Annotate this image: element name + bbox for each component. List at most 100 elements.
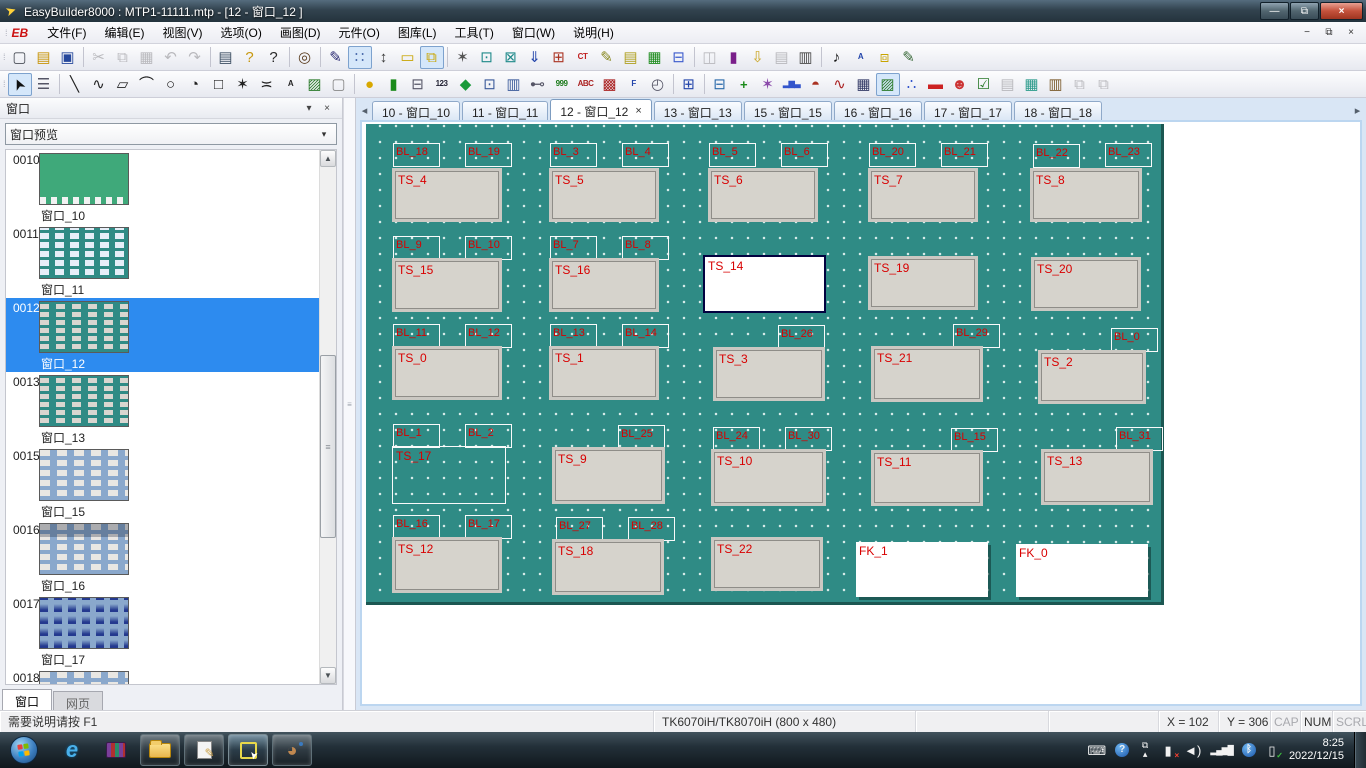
- window-list-item-0012[interactable]: 0012窗口_12: [6, 298, 319, 372]
- widget-TS_12[interactable]: TS_12: [392, 537, 502, 593]
- widget-BL_27[interactable]: BL_27: [556, 517, 603, 541]
- download-button[interactable]: ⇓: [523, 46, 547, 69]
- battery-icon[interactable]: ▮×: [1161, 744, 1175, 757]
- window-list-item-0018[interactable]: 0018: [6, 668, 319, 684]
- volume-icon[interactable]: ◄): [1184, 744, 1201, 757]
- data-transfer-button[interactable]: ▥: [1044, 73, 1068, 96]
- widget-TS_7[interactable]: TS_7: [868, 168, 978, 222]
- tab-close-icon[interactable]: ×: [635, 106, 641, 117]
- restore-button[interactable]: ⧉: [1290, 2, 1319, 20]
- set-bit-button[interactable]: ⊟: [406, 73, 430, 96]
- history-table-button[interactable]: ▦: [852, 73, 876, 96]
- move-shape-button[interactable]: +: [732, 73, 756, 96]
- widget-BL_8[interactable]: BL_8: [622, 236, 669, 260]
- widget-TS_11[interactable]: TS_11: [871, 450, 983, 506]
- widget-BL_9[interactable]: BL_9: [393, 236, 440, 260]
- widget-TS_6[interactable]: TS_6: [708, 168, 818, 222]
- indirect-window-button[interactable]: ⊟: [708, 73, 732, 96]
- widget-TS_0[interactable]: TS_0: [392, 346, 502, 400]
- panel-menu-button[interactable]: ▾: [300, 103, 318, 114]
- new-file-button[interactable]: ▢: [8, 46, 32, 69]
- paint-button[interactable]: ◕: [272, 734, 312, 766]
- line-tool-button[interactable]: ╲: [63, 73, 87, 96]
- print-button[interactable]: ▤: [214, 46, 238, 69]
- start-button[interactable]: [10, 736, 38, 764]
- menu-item-3[interactable]: 视图(V): [154, 21, 212, 44]
- widget-BL_17[interactable]: BL_17: [465, 515, 512, 539]
- widget-BL_11[interactable]: BL_11: [393, 324, 440, 348]
- timer-button[interactable]: ◴: [646, 73, 670, 96]
- drawer-list-button[interactable]: ▤: [770, 46, 794, 69]
- widget-TS_9[interactable]: TS_9: [552, 447, 665, 504]
- easybuilder-button[interactable]: ➤: [228, 734, 268, 766]
- memo-pad-button[interactable]: ✎: [897, 46, 921, 69]
- word-lamp-button[interactable]: ▮: [382, 73, 406, 96]
- internet-explorer-button[interactable]: e: [52, 734, 92, 766]
- widget-BL_7[interactable]: BL_7: [550, 236, 597, 260]
- window-list-item-0016[interactable]: 0016窗口_16: [6, 520, 319, 594]
- freehand-tool-button[interactable]: ∿: [87, 73, 111, 96]
- menu-item-9[interactable]: 窗口(W): [503, 21, 564, 44]
- window-list-item-0015[interactable]: 0015窗口_15: [6, 446, 319, 520]
- select-tool-button[interactable]: ➤: [8, 73, 32, 96]
- widget-TS_3[interactable]: TS_3: [713, 347, 825, 401]
- widget-TS_19[interactable]: TS_19: [868, 256, 978, 310]
- menu-item-5[interactable]: 画图(D): [271, 21, 330, 44]
- slider-button[interactable]: ⊷: [526, 73, 550, 96]
- ascii-display-button[interactable]: ABC: [574, 73, 598, 96]
- widget-BL_13[interactable]: BL_13: [550, 324, 597, 348]
- menu-item-6[interactable]: 元件(O): [330, 21, 389, 44]
- find-button[interactable]: ◎: [293, 46, 317, 69]
- animation-button[interactable]: ✶: [756, 73, 780, 96]
- draw-pen-button[interactable]: ✎: [324, 46, 348, 69]
- widget-TS_1[interactable]: TS_1: [549, 346, 659, 400]
- ct-memory-button[interactable]: CT: [571, 46, 595, 69]
- bar-graph-button[interactable]: ▂▆▃: [780, 73, 804, 96]
- mdi-close-button[interactable]: ×: [1340, 25, 1362, 41]
- address-book-button[interactable]: ▮: [722, 46, 746, 69]
- wordpad-button[interactable]: ✎: [184, 734, 224, 766]
- xy-plot-button[interactable]: ∴: [900, 73, 924, 96]
- mdi-minimize-button[interactable]: −: [1296, 25, 1318, 41]
- widget-BL_5[interactable]: BL_5: [709, 143, 756, 167]
- off-line-simulation-button[interactable]: ⊠: [499, 46, 523, 69]
- panel-tab-webpage[interactable]: 网页: [53, 691, 103, 710]
- on-line-simulation-button[interactable]: ⊡: [475, 46, 499, 69]
- meter-display-button[interactable]: ◓: [804, 73, 828, 96]
- redo-button[interactable]: ↷: [183, 46, 207, 69]
- window-list-item-0013[interactable]: 0013窗口_13: [6, 372, 319, 446]
- widget-TS_10[interactable]: TS_10: [711, 449, 826, 506]
- winrar-button[interactable]: [96, 734, 136, 766]
- widget-BL_29[interactable]: BL_29: [953, 324, 1000, 348]
- menu-item-4[interactable]: 选项(O): [212, 21, 271, 44]
- polygon-tool-button[interactable]: ▱: [111, 73, 135, 96]
- download-manager-button[interactable]: ⇩: [746, 46, 770, 69]
- show-desktop-button[interactable]: [1354, 732, 1366, 768]
- align-snap-button[interactable]: ↕: [372, 46, 396, 69]
- help-center-icon[interactable]: ?: [1115, 743, 1129, 757]
- close-button[interactable]: ×: [1320, 2, 1363, 20]
- tab-scroll-left-icon[interactable]: ◂: [358, 104, 371, 117]
- text-tool-button[interactable]: A: [279, 73, 303, 96]
- widget-BL_24[interactable]: BL_24: [713, 427, 760, 451]
- build-download-data-button[interactable]: ⊞: [547, 46, 571, 69]
- grid-toggle-button[interactable]: ∷: [348, 46, 372, 69]
- star-tool-button[interactable]: ✶: [231, 73, 255, 96]
- widget-BL_18[interactable]: BL_18: [393, 143, 440, 167]
- widget-BL_2[interactable]: BL_2: [465, 424, 512, 448]
- document-tab-3[interactable]: 12 - 窗口_12×: [550, 99, 651, 120]
- set-word-button[interactable]: 123: [430, 73, 454, 96]
- widget-BL_14[interactable]: BL_14: [622, 324, 669, 348]
- widget-BL_20[interactable]: BL_20: [869, 143, 916, 167]
- widget-BL_26[interactable]: BL_26: [778, 325, 825, 349]
- save-button[interactable]: ▣: [56, 46, 80, 69]
- layer-windows-button[interactable]: ⧉: [420, 46, 444, 69]
- toggle-switch-button[interactable]: ⊡: [478, 73, 502, 96]
- mdi-restore-button[interactable]: ⧉: [1318, 25, 1340, 41]
- sound-library-button[interactable]: ♪: [825, 46, 849, 69]
- widget-BL_6[interactable]: BL_6: [781, 143, 828, 167]
- widget-BL_4[interactable]: BL_4: [622, 143, 669, 167]
- pie-tool-button[interactable]: ◔: [183, 73, 207, 96]
- context-help-button[interactable]: ?: [262, 46, 286, 69]
- widget-BL_15[interactable]: BL_15: [951, 428, 998, 452]
